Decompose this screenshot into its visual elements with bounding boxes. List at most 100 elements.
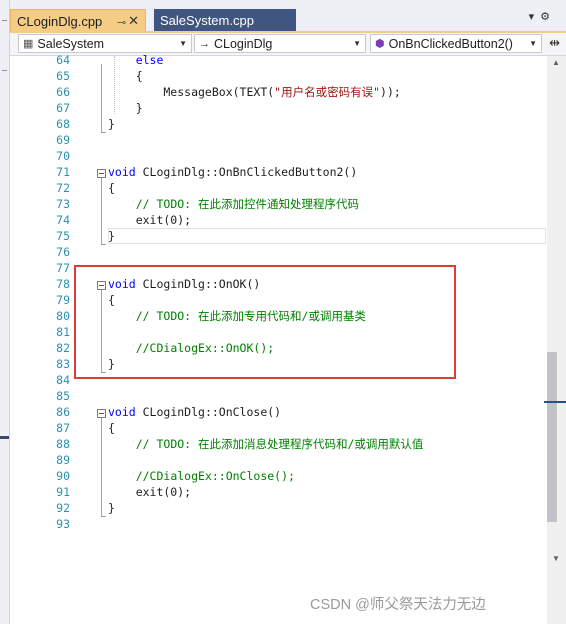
tab-label: SaleSystem.cpp (160, 13, 254, 28)
code-text: void CLoginDlg::OnClose() (108, 404, 281, 420)
code-line[interactable]: 64 else (10, 52, 547, 68)
settings-icon[interactable]: ⚙ (540, 11, 556, 23)
keyword-token: void (108, 277, 136, 291)
member-name: OnBnClickedButton2() (388, 36, 513, 51)
code-line[interactable]: 77 (10, 260, 547, 276)
code-line[interactable]: 82 //CDialogEx::OnOK(); (10, 340, 547, 356)
panel-splitter[interactable] (0, 436, 9, 439)
code-token: { (108, 181, 115, 195)
tab-salesystem-cpp[interactable]: SaleSystem.cpp (154, 9, 296, 32)
document-tab-bar: CLoginDlg.cpp ⊸ ✕ SaleSystem.cpp ▾⚙ (10, 0, 566, 32)
code-line[interactable]: 74 exit(0); (10, 212, 547, 228)
code-text: else (108, 52, 164, 68)
line-number: 66 (56, 85, 70, 99)
line-number: 67 (56, 101, 70, 115)
code-line[interactable]: 87 { (10, 420, 547, 436)
line-number: 73 (56, 197, 70, 211)
line-number: 80 (56, 309, 70, 323)
code-text: // TODO: 在此添加专用代码和/或调用基类 (108, 308, 366, 324)
line-number: 90 (56, 469, 70, 483)
code-text: { (108, 292, 115, 308)
code-token: CLoginDlg::OnBnClickedButton2() (135, 165, 358, 179)
code-line[interactable]: 79 { (10, 292, 547, 308)
code-line[interactable]: 85 (10, 388, 547, 404)
code-line[interactable]: 72 { (10, 180, 547, 196)
line-number: 71 (56, 165, 70, 179)
dropdown-icon[interactable]: ▾ (529, 11, 541, 23)
comment-token: // TODO: 在此添加控件通知处理程序代码 (135, 197, 360, 211)
comment-token: // TODO: 在此添加专用代码和/或调用基类 (135, 309, 366, 323)
code-line[interactable]: 90 //CDialogEx::OnClose(); (10, 468, 547, 484)
code-line[interactable]: 75} (10, 228, 547, 244)
code-line[interactable]: 70 (10, 148, 547, 164)
tabbar-controls: ▾⚙ (529, 10, 556, 23)
string-token: "用户名或密码有误" (274, 85, 381, 99)
code-editor[interactable]: 64 else 65 {66 MessageBox(TEXT("用户名或密码有误"… (10, 53, 547, 624)
code-token: { (108, 293, 115, 307)
line-number: 75 (56, 229, 70, 243)
code-line[interactable]: 76 (10, 244, 547, 260)
code-token: MessageBox(TEXT( (108, 85, 275, 99)
code-line[interactable]: 91 exit(0); (10, 484, 547, 500)
code-text: } (108, 100, 143, 116)
code-text: { (108, 420, 115, 436)
line-number: 77 (56, 261, 70, 275)
split-editor-icon[interactable]: ⇹ (549, 35, 560, 51)
scrollbar-thumb[interactable] (547, 352, 557, 522)
chevron-down-icon: ▼ (179, 39, 187, 48)
chevron-down-icon: ▼ (353, 39, 361, 48)
pin-icon[interactable]: ⊸ (117, 16, 126, 29)
line-number: 84 (56, 373, 70, 387)
scroll-up-icon[interactable]: ▲ (552, 58, 560, 67)
code-line[interactable]: 69 (10, 132, 547, 148)
scroll-down-icon[interactable]: ▼ (552, 554, 560, 563)
line-number: 74 (56, 213, 70, 227)
code-text: //CDialogEx::OnClose(); (108, 468, 295, 484)
code-line[interactable]: 84 (10, 372, 547, 388)
code-line[interactable]: 92} (10, 500, 547, 516)
watermark: CSDN @师父祭天法力无边 (310, 597, 486, 613)
vertical-scrollbar[interactable]: ▲ ▼ (544, 56, 566, 624)
code-text: exit(0); (108, 212, 191, 228)
code-text: void CLoginDlg::OnOK() (108, 276, 260, 292)
line-number: 82 (56, 341, 70, 355)
code-line[interactable]: 68} (10, 116, 547, 132)
code-token: exit(0); (108, 213, 192, 227)
panel-tick (2, 70, 7, 71)
code-line[interactable]: 65 { (10, 68, 547, 84)
code-line[interactable]: 71 void CLoginDlg::OnBnClickedButton2() (10, 164, 547, 180)
code-line[interactable]: 67 } (10, 100, 547, 116)
line-number: 92 (56, 501, 70, 515)
code-line[interactable]: 89 (10, 452, 547, 468)
code-line[interactable]: 78 void CLoginDlg::OnOK() (10, 276, 547, 292)
code-line[interactable]: 93 (10, 516, 547, 532)
code-line[interactable]: 66 MessageBox(TEXT("用户名或密码有误")); (10, 84, 547, 100)
code-line[interactable]: 73 // TODO: 在此添加控件通知处理程序代码 (10, 196, 547, 212)
code-token: CLoginDlg::OnClose() (135, 405, 282, 419)
code-line[interactable]: 88 // TODO: 在此添加消息处理程序代码和/或调用默认值 (10, 436, 547, 452)
line-number: 81 (56, 325, 70, 339)
code-token: } (108, 357, 115, 371)
chevron-down-icon: ▼ (529, 39, 537, 48)
code-line[interactable]: 83} (10, 356, 547, 372)
code-line[interactable]: 80 // TODO: 在此添加专用代码和/或调用基类 (10, 308, 547, 324)
tab-clogindlg-cpp[interactable]: CLoginDlg.cpp ⊸ ✕ (10, 9, 146, 32)
member-dropdown[interactable]: ⬢ OnBnClickedButton2() ▼ (370, 34, 542, 53)
comment-token: // TODO: 在此添加消息处理程序代码和/或调用默认值 (135, 437, 424, 451)
scope-dropdown[interactable]: → CLoginDlg ▼ (194, 34, 366, 53)
code-line[interactable]: 86 void CLoginDlg::OnClose() (10, 404, 547, 420)
editor-window: CLoginDlg.cpp ⊸ ✕ SaleSystem.cpp ▾⚙ ▦ Sa… (10, 0, 566, 624)
code-text: } (108, 116, 115, 132)
project-dropdown[interactable]: ▦ SaleSystem ▼ (18, 34, 192, 53)
line-number: 68 (56, 117, 70, 131)
code-line[interactable]: 81 (10, 324, 547, 340)
line-number: 64 (56, 53, 70, 67)
close-icon[interactable]: ✕ (128, 13, 139, 29)
line-number: 76 (56, 245, 70, 259)
line-number: 91 (56, 485, 70, 499)
line-number: 87 (56, 421, 70, 435)
